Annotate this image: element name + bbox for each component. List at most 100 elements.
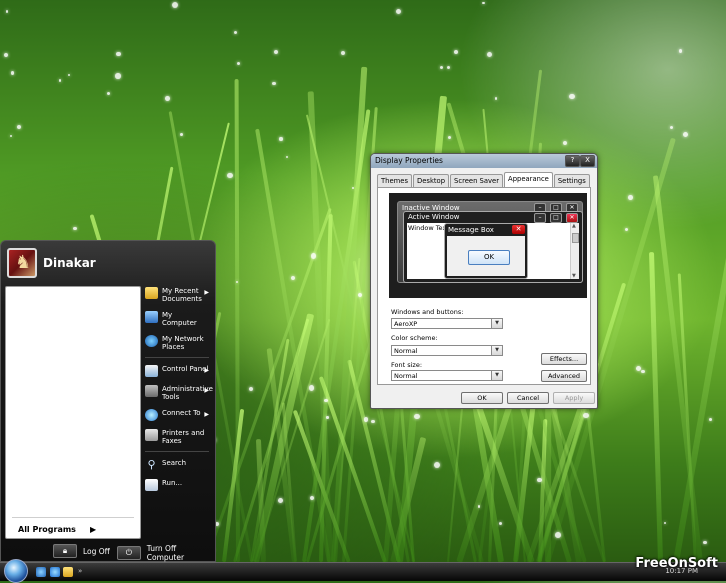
dew-drop [448, 136, 452, 140]
dew-drop [439, 65, 443, 69]
windows-buttons-select[interactable]: AeroXP ▼ [391, 318, 503, 329]
start-item-printers[interactable]: Printers and Faxes [143, 427, 211, 447]
start-item-search[interactable]: ⚲ Search [143, 457, 211, 473]
close-button[interactable]: X [580, 155, 595, 167]
user-avatar[interactable] [7, 248, 37, 278]
network-icon [145, 335, 158, 347]
font-size-select[interactable]: Normal ▼ [391, 370, 503, 381]
tab-appearance[interactable]: Appearance [504, 172, 553, 187]
dew-drop [562, 140, 567, 145]
dew-drop [73, 226, 77, 231]
start-menu-places-pane: My Recent Documents ▶ My Computer My Net… [143, 285, 213, 497]
dew-drop [5, 9, 9, 13]
advanced-button[interactable]: Advanced [541, 370, 587, 382]
dialog-title: Display Properties [375, 156, 443, 165]
dew-drop [326, 416, 329, 419]
dew-drop [453, 50, 458, 55]
apply-button[interactable]: Apply [553, 392, 595, 404]
watermark-logo: FreeOnSoft [635, 556, 718, 571]
all-programs-button[interactable]: All Programs ▶ [18, 525, 96, 534]
start-menu-footer: 🔒︎ Log Off ⏻ Turn Off Computer [1, 541, 215, 562]
maximize-icon: □ [550, 213, 562, 223]
start-item-control-panel[interactable]: Control Panel ▶ [143, 363, 211, 379]
close-icon: ✕ [566, 213, 578, 223]
dew-drop [67, 73, 70, 76]
start-item-label: My Computer [162, 311, 197, 327]
taskbar: » 10:17 PM [0, 559, 726, 583]
turn-off-button[interactable]: ⏻ Turn Off Computer [117, 544, 215, 562]
dew-drop [16, 124, 22, 129]
window-text: Window Text [408, 224, 449, 232]
user-name: Dinakar [43, 256, 96, 270]
font-size-value: Normal [394, 372, 418, 380]
start-item-label: Run... [162, 479, 183, 487]
printer-icon [145, 429, 158, 441]
dew-drop [371, 419, 375, 424]
dew-drop [683, 132, 688, 137]
ok-button[interactable]: OK [461, 392, 503, 404]
display-properties-dialog: Display Properties ? X Themes Desktop Sc… [370, 153, 598, 409]
close-icon: ✕ [512, 225, 525, 234]
help-button[interactable]: ? [565, 155, 580, 167]
start-item-network-places[interactable]: My Network Places [143, 333, 211, 353]
dialog-titlebar[interactable]: Display Properties ? X [371, 154, 597, 168]
minimize-icon: – [534, 213, 546, 223]
dew-drop [679, 49, 683, 53]
dew-drop [58, 79, 62, 82]
dew-drop [395, 9, 401, 15]
chevron-right-icon: ▶ [204, 367, 209, 374]
connect-icon [145, 409, 158, 421]
browser-icon[interactable] [50, 567, 60, 577]
chevron-down-icon: ▼ [491, 346, 502, 355]
dew-drop [641, 369, 645, 373]
dew-drop [481, 1, 485, 5]
start-button[interactable] [4, 559, 28, 583]
folder-icon [145, 287, 158, 299]
color-scheme-label: Color scheme: [391, 334, 438, 342]
cancel-button[interactable]: Cancel [507, 392, 549, 404]
start-item-admin-tools[interactable]: Administrative Tools ▶ [143, 383, 213, 403]
dew-drop [310, 253, 317, 259]
dew-drop [499, 522, 503, 526]
active-window-title: Active Window [408, 213, 460, 221]
run-icon [145, 479, 158, 491]
chevron-right-icon[interactable]: » [78, 567, 84, 577]
dew-drop [583, 412, 589, 418]
start-item-recent-documents[interactable]: My Recent Documents ▶ [143, 285, 211, 305]
dew-drop [664, 522, 667, 525]
dew-drop [115, 73, 121, 79]
dew-drop [708, 418, 712, 422]
dew-drop [555, 532, 561, 539]
dew-drop [446, 65, 450, 70]
message-box-title: Message Box [448, 226, 494, 234]
show-desktop-icon[interactable] [36, 567, 46, 577]
computer-icon [145, 311, 158, 323]
dew-drop [363, 417, 368, 422]
start-item-label: Printers and Faxes [162, 429, 205, 445]
folder-icon[interactable] [63, 567, 73, 577]
dew-drop [308, 385, 314, 391]
dew-drop [227, 173, 233, 179]
start-item-label: My Network Places [162, 335, 204, 351]
dew-drop [290, 275, 296, 281]
dew-drop [703, 541, 707, 545]
all-programs-label: All Programs [18, 525, 76, 534]
chevron-down-icon: ▼ [491, 319, 502, 328]
log-off-button[interactable]: 🔒︎ Log Off [53, 544, 110, 558]
message-box-ok-button: OK [468, 250, 510, 265]
start-item-my-computer[interactable]: My Computer [143, 309, 211, 329]
effects-button[interactable]: Effects... [541, 353, 587, 365]
dew-drop [3, 52, 9, 58]
windows-buttons-label: Windows and buttons: [391, 308, 464, 316]
start-item-connect-to[interactable]: Connect To ▶ [143, 407, 211, 423]
chevron-right-icon: ▶ [204, 387, 209, 394]
color-scheme-select[interactable]: Normal ▼ [391, 345, 503, 356]
separator [145, 451, 209, 452]
dew-drop [309, 495, 314, 500]
start-item-run[interactable]: Run... [143, 477, 211, 493]
dew-drop [669, 125, 674, 130]
start-item-label: Control Panel [162, 365, 209, 373]
power-icon: ⏻ [117, 546, 141, 560]
scrollbar-thumb [572, 233, 579, 243]
start-menu-user-area: Dinakar [5, 245, 211, 283]
